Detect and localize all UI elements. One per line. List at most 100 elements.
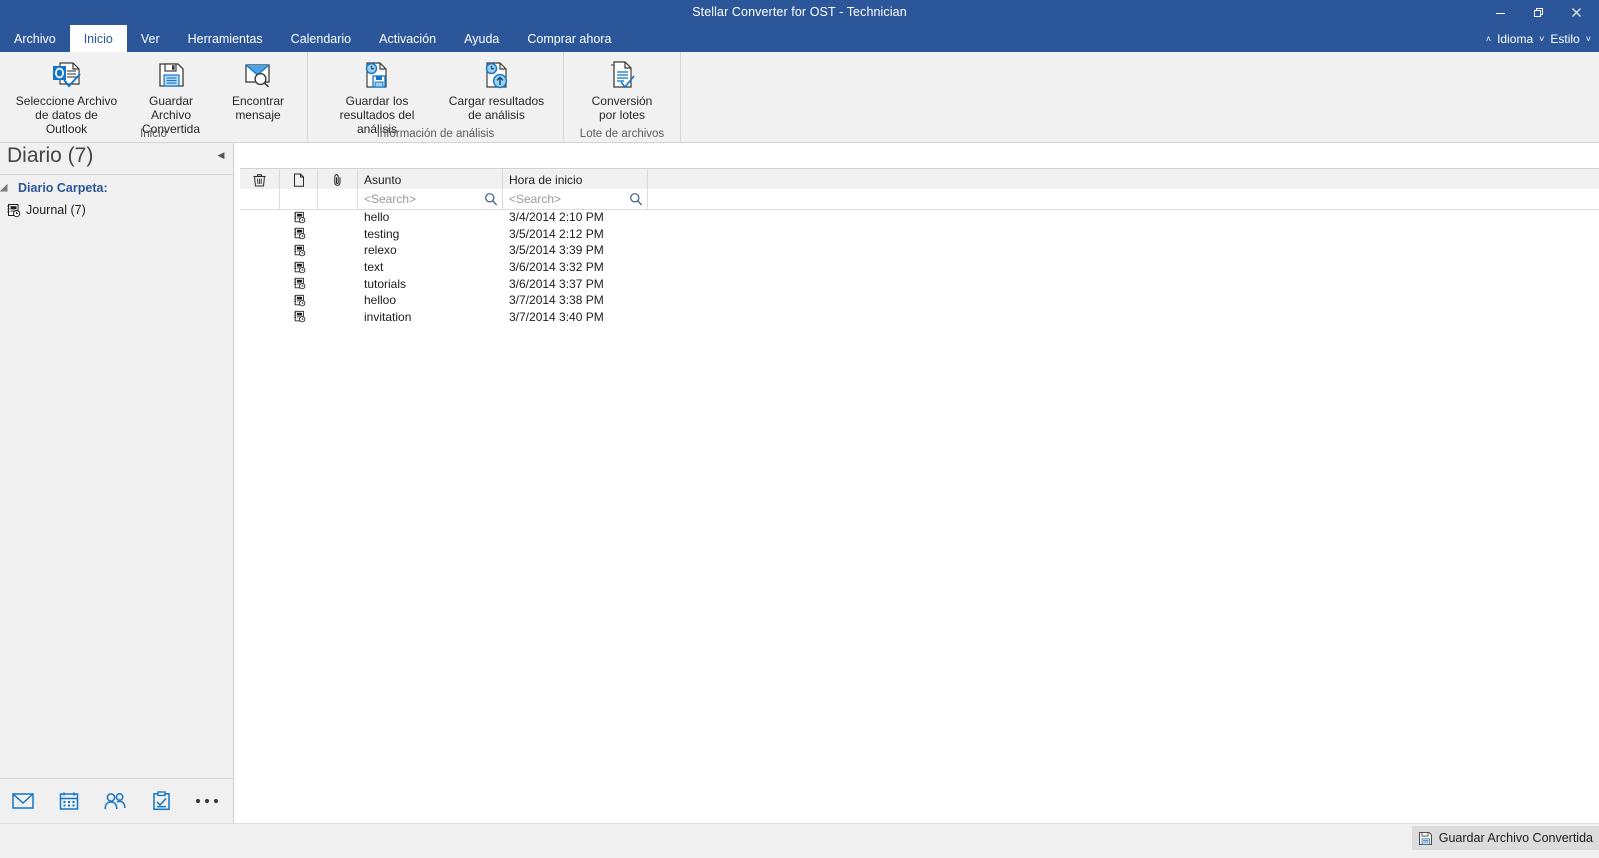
filter-start-time-placeholder: <Search> (509, 192, 562, 206)
row-type-icon-cell (280, 292, 318, 309)
row-subject: relexo (364, 243, 397, 258)
table-row[interactable]: hello 3/4/2014 2:10 PM (240, 209, 1599, 226)
row-subject: testing (364, 226, 400, 241)
tasks-icon[interactable] (148, 788, 174, 814)
row-type-icon-cell (280, 226, 318, 243)
row-delete-cell[interactable] (240, 209, 280, 226)
filter-start-time-input[interactable]: <Search> (503, 189, 648, 209)
tab-ver[interactable]: Ver (127, 25, 174, 52)
language-chevron-down-icon[interactable]: ˅ (1537, 34, 1546, 44)
table-row[interactable]: testing 3/5/2014 2:12 PM (240, 226, 1599, 243)
document-check-lines-icon (607, 58, 637, 92)
status-chip-label: Guardar Archivo Convertida (1438, 831, 1593, 845)
magnifier-icon[interactable] (629, 192, 643, 206)
row-delete-cell[interactable] (240, 259, 280, 276)
calendar-icon[interactable] (56, 788, 82, 814)
row-start-time: 3/7/2014 3:40 PM (509, 309, 604, 324)
people-icon[interactable] (102, 788, 128, 814)
ribbon: Seleccione Archivo de datos de Outlook G… (0, 52, 1599, 143)
row-subject: hello (364, 210, 390, 225)
row-start-time: 3/4/2014 2:10 PM (509, 210, 604, 225)
load-analysis-results-button[interactable]: Cargar resultados de análisis (438, 56, 555, 122)
row-start-time: 3/7/2014 3:38 PM (509, 293, 604, 308)
row-start-time: 3/5/2014 3:39 PM (509, 243, 604, 258)
sidebar-folder-root-label: Diario Carpeta: (18, 181, 108, 195)
document-icon (293, 173, 305, 187)
tab-calendario[interactable]: Calendario (277, 25, 365, 52)
row-delete-cell[interactable] (240, 309, 280, 326)
column-header-subject[interactable]: Asunto (358, 169, 503, 190)
column-header-attachment[interactable] (318, 169, 358, 190)
minimize-button[interactable] (1481, 0, 1519, 25)
floppy-save-icon (1418, 831, 1433, 846)
tab-inicio[interactable]: Inicio (69, 25, 127, 52)
ribbon-group-inicio: Seleccione Archivo de datos de Outlook G… (0, 52, 308, 142)
tab-herramientas[interactable]: Herramientas (174, 25, 277, 52)
table-row[interactable]: relexo 3/5/2014 3:39 PM (240, 242, 1599, 259)
tab-comprar-ahora[interactable]: Comprar ahora (513, 25, 625, 52)
table-row[interactable]: tutorials 3/6/2014 3:37 PM (240, 275, 1599, 292)
sidebar: Diario (7) ◀ Diario Carpeta: Journal (7) (0, 143, 234, 823)
envelope-search-icon (242, 58, 274, 92)
floppy-save-icon (156, 58, 186, 92)
tab-ayuda[interactable]: Ayuda (450, 25, 513, 52)
batch-conversion-label: Conversión por lotes (591, 94, 653, 122)
grid-filter-row: <Search> <Search> (240, 189, 1599, 210)
row-delete-cell[interactable] (240, 275, 280, 292)
find-message-label: Encontrar mensaje (231, 94, 285, 122)
save-converted-file-button[interactable]: Guardar Archivo Convertida (125, 56, 217, 136)
collapse-ribbon-caret-icon[interactable]: ˄ (1484, 34, 1493, 44)
save-analysis-results-button[interactable]: Guardar los resultados del análisis (316, 56, 438, 136)
more-icon[interactable] (194, 788, 220, 814)
restore-button[interactable] (1519, 0, 1557, 25)
style-chevron-down-icon[interactable]: ˅ (1584, 34, 1593, 44)
ribbon-group-lote: Conversión por lotes Lote de archivos (564, 52, 681, 142)
table-row[interactable]: invitation 3/7/2014 3:40 PM (240, 309, 1599, 326)
column-header-document[interactable] (280, 169, 318, 190)
tab-archivo[interactable]: Archivo (0, 25, 70, 52)
sidebar-item-journal[interactable]: Journal (7) (0, 200, 233, 220)
find-message-button[interactable]: Encontrar mensaje (217, 56, 299, 122)
column-header-start-time[interactable]: Hora de inicio (503, 169, 648, 190)
outlook-file-check-icon (50, 58, 84, 92)
journal-clock-icon (293, 227, 306, 240)
collapse-sidebar-icon[interactable]: ◀ (213, 147, 229, 163)
language-menu[interactable]: Idioma (1495, 32, 1535, 46)
status-bar: Guardar Archivo Convertida (0, 823, 1599, 858)
document-clock-save-icon (362, 58, 392, 92)
table-row[interactable]: helloo 3/7/2014 3:38 PM (240, 292, 1599, 309)
title-bar: Stellar Converter for OST - Technician (0, 0, 1599, 25)
status-save-converted-file[interactable]: Guardar Archivo Convertida (1411, 826, 1599, 850)
row-attachment-cell (318, 309, 358, 326)
tab-activacion[interactable]: Activación (365, 25, 450, 52)
message-rows: hello 3/4/2014 2:10 PM testing 3/5/2014 2:… (240, 209, 1599, 325)
expander-triangle-icon[interactable] (0, 183, 18, 193)
row-subject: invitation (364, 309, 412, 324)
ribbon-right-menu: ˄ Idioma ˅ Estilo ˅ (1484, 25, 1593, 52)
sidebar-nav-bar (0, 778, 233, 823)
style-menu[interactable]: Estilo (1548, 32, 1581, 46)
column-header-spacer (648, 169, 1599, 190)
row-delete-cell[interactable] (240, 242, 280, 259)
ribbon-group-lote-label: Lote de archivos (579, 128, 665, 140)
grid-header-row: Asunto Hora de inicio (240, 168, 1599, 191)
close-button[interactable] (1557, 0, 1595, 25)
column-header-delete[interactable] (240, 169, 280, 190)
table-row[interactable]: text 3/6/2014 3:32 PM (240, 259, 1599, 276)
trash-icon (253, 173, 266, 187)
sidebar-folder-root[interactable]: Diario Carpeta: (0, 179, 233, 197)
filter-subject-input[interactable]: <Search> (358, 189, 503, 209)
load-analysis-results-label: Cargar resultados de análisis (448, 94, 545, 122)
row-attachment-cell (318, 209, 358, 226)
row-attachment-cell (318, 259, 358, 276)
paperclip-icon (333, 173, 343, 187)
select-outlook-data-file-button[interactable]: Seleccione Archivo de datos de Outlook (8, 56, 125, 136)
batch-conversion-button[interactable]: Conversión por lotes (572, 56, 672, 122)
sidebar-item-journal-label: Journal (7) (26, 203, 86, 217)
journal-clock-icon (293, 211, 306, 224)
mail-icon[interactable] (10, 788, 36, 814)
row-delete-cell[interactable] (240, 226, 280, 243)
app-window: Stellar Converter for OST - Technician A… (0, 0, 1599, 858)
magnifier-icon[interactable] (484, 192, 498, 206)
row-delete-cell[interactable] (240, 292, 280, 309)
